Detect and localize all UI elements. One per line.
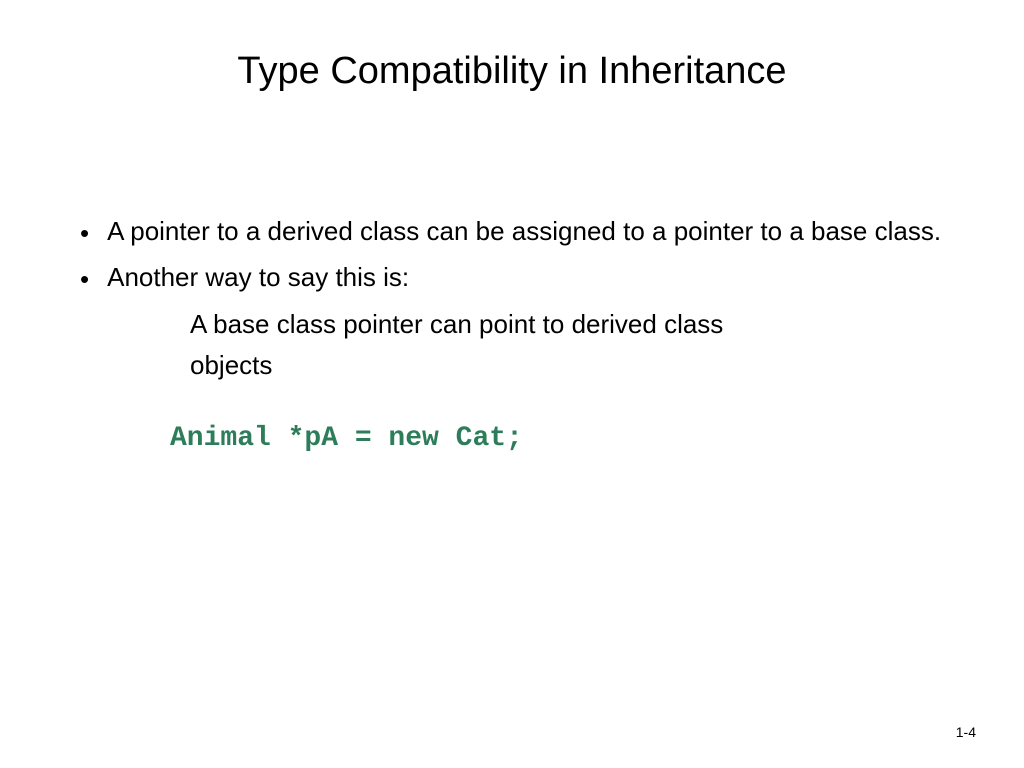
bullet-marker: •	[80, 215, 89, 251]
bullet-item: • A pointer to a derived class can be as…	[80, 213, 964, 251]
sub-text-line: A base class pointer can point to derive…	[190, 306, 964, 344]
code-example: Animal *pA = new Cat;	[170, 423, 964, 454]
page-number: 1-4	[956, 724, 976, 740]
slide-container: Type Compatibility in Inheritance • A po…	[0, 0, 1024, 768]
bullet-marker: •	[80, 261, 89, 297]
bullet-text: A pointer to a derived class can be assi…	[107, 213, 941, 249]
slide-content: • A pointer to a derived class can be as…	[60, 213, 964, 454]
bullet-text: Another way to say this is:	[107, 259, 409, 295]
bullet-item: • Another way to say this is:	[80, 259, 964, 297]
slide-title: Type Compatibility in Inheritance	[60, 50, 964, 93]
sub-text-line: objects	[190, 347, 964, 385]
